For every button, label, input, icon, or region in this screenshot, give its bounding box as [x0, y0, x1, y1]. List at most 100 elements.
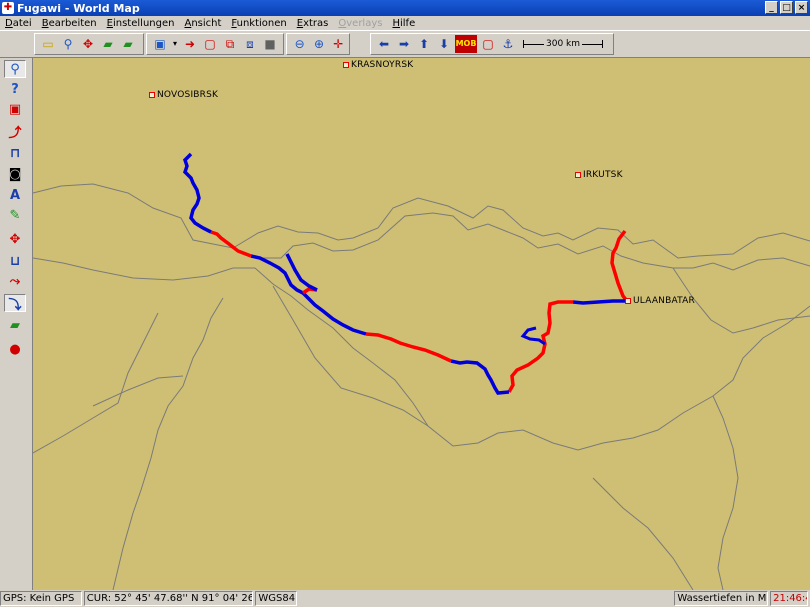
- help-question-icon[interactable]: ?: [4, 80, 26, 98]
- map-canvas[interactable]: KRASNOYRSK NOVOSIBRSK IRKUTSK ULAANBATAR: [33, 58, 810, 590]
- title-bar: ✚ Fugawi - World Map _ □ ×: [0, 0, 810, 16]
- open-folder-icon[interactable]: ▭: [39, 35, 57, 53]
- gps-map-icon[interactable]: ▰: [4, 316, 26, 334]
- cursor-position: CUR: 52° 45' 47.68'' N 91° 04' 26.51'' E: [83, 591, 254, 606]
- scale-bar: 300 km: [523, 39, 604, 49]
- arrow-down-icon[interactable]: ⬇: [435, 35, 453, 53]
- city-marker-icon: [575, 172, 581, 178]
- menu-bar: Datei Bearbeiten Einstellungen Ansicht F…: [0, 16, 810, 30]
- track-segment-blue-west: [250, 254, 367, 336]
- border-mongolia-south: [254, 267, 810, 451]
- close-button[interactable]: ×: [795, 1, 808, 14]
- city-label: ULAANBATAR: [633, 296, 695, 306]
- fugawi-app-icon[interactable]: ✚: [2, 2, 14, 14]
- zoom-tool-icon[interactable]: ⚲: [4, 60, 26, 78]
- border-north-russia: [33, 183, 810, 259]
- menu-hilfe[interactable]: Hilfe: [387, 18, 420, 29]
- city-marker-icon: [343, 62, 349, 68]
- route-tool-icon[interactable]: ⤴: [4, 122, 26, 141]
- camera-icon[interactable]: ◙: [4, 165, 26, 183]
- toolbar-group-window: ▣ ▾ ➜ ▢ ⧉ ⧈ ■: [146, 33, 284, 55]
- scale-label: 300 km: [546, 39, 581, 49]
- maximize-button[interactable]: □: [780, 1, 793, 14]
- join-track-icon[interactable]: ⤵: [4, 294, 26, 313]
- track-segment-red-middle: [365, 332, 452, 363]
- city-label: IRKUTSK: [583, 170, 623, 180]
- menu-extras[interactable]: Extras: [292, 18, 334, 29]
- anchor-icon[interactable]: ⚓: [499, 35, 517, 53]
- arrow-right-icon[interactable]: ➡: [395, 35, 413, 53]
- dropdown-arrow-icon[interactable]: ▾: [171, 35, 179, 53]
- clock: 21:46:41: [770, 591, 808, 606]
- border-kazakh-west: [33, 257, 255, 281]
- border-mongolia-north: [258, 212, 810, 271]
- city-marker-icon: [625, 298, 631, 304]
- window-gray-icon[interactable]: ■: [261, 35, 279, 53]
- city-irkutsk[interactable]: IRKUTSK: [575, 170, 623, 180]
- city-ulaanbaatar[interactable]: ULAANBATAR: [625, 296, 695, 306]
- menu-einstellungen[interactable]: Einstellungen: [102, 18, 180, 29]
- menu-overlays: Overlays: [338, 17, 383, 29]
- track-segment-red-north: [610, 229, 629, 303]
- track-tool-icon[interactable]: ⊓: [4, 144, 26, 162]
- main-toolbar: ▭ ⚲ ✥ ▰ ▰ ▣ ▾ ➜ ▢ ⧉ ⧈ ■ ⊖ ⊕ ✛ ⬅ ➡ ⬆ ⬇ MO…: [0, 30, 810, 58]
- zoom-window-icon[interactable]: ⚲: [59, 35, 77, 53]
- send-to-gps-icon[interactable]: ➜: [181, 35, 199, 53]
- window-blue-icon[interactable]: ⧈: [241, 35, 259, 53]
- stop-square-icon[interactable]: ▢: [479, 35, 497, 53]
- border-east-ridge: [592, 477, 694, 590]
- map-svg: [33, 152, 810, 590]
- track-segment-red-center: [507, 300, 573, 393]
- pen-tool-icon[interactable]: ✎: [4, 206, 26, 224]
- border-south: [112, 512, 134, 590]
- frame-icon[interactable]: ▢: [201, 35, 219, 53]
- arrow-left-icon[interactable]: ⬅: [375, 35, 393, 53]
- move-waypoint-icon[interactable]: ✥: [4, 230, 26, 248]
- zoom-out-icon[interactable]: ⊖: [291, 35, 308, 53]
- pan-arrows-icon[interactable]: ✥: [79, 35, 97, 53]
- status-bar: GPS: Kein GPS CUR: 52° 45' 47.68'' N 91°…: [0, 590, 810, 607]
- city-label: KRASNOYRSK: [351, 60, 414, 70]
- border-china-interior: [272, 285, 429, 427]
- map-layer-up-icon[interactable]: ▰: [99, 35, 117, 53]
- city-krasnoyarsk[interactable]: KRASNOYRSK: [343, 60, 413, 70]
- screen-select-icon[interactable]: ▣: [151, 35, 169, 53]
- frame-arrow-icon[interactable]: ⧉: [221, 35, 239, 53]
- menu-funktionen[interactable]: Funktionen: [226, 18, 291, 29]
- border-southwest-2: [92, 375, 184, 407]
- minimize-button[interactable]: _: [765, 1, 778, 14]
- mob-button[interactable]: MOB: [455, 35, 477, 53]
- track-segment-red-upper: [210, 230, 252, 258]
- city-novosibirsk[interactable]: NOVOSIBRSK: [149, 90, 218, 100]
- gps-status: GPS: Kein GPS: [0, 591, 82, 606]
- country-borders: [33, 183, 810, 590]
- city-marker-icon: [149, 92, 155, 98]
- track-segment-blue-nw: [182, 152, 212, 234]
- toolbar-group-view: ▭ ⚲ ✥ ▰ ▰: [34, 33, 144, 55]
- window-title: Fugawi - World Map: [17, 1, 140, 15]
- border-southeast-coast: [712, 395, 739, 590]
- zoom-in-icon[interactable]: ⊕: [310, 35, 327, 53]
- track-segment-blue-east: [572, 299, 627, 305]
- menu-bearbeiten[interactable]: Bearbeiten: [37, 18, 102, 29]
- zoom-fit-icon[interactable]: ✛: [330, 35, 347, 53]
- waypoint-tool-icon[interactable]: ▣: [4, 100, 26, 118]
- city-label: NOVOSIBRSK: [157, 90, 219, 100]
- gps-position-icon[interactable]: ●: [4, 340, 26, 358]
- border-china-west: [132, 297, 224, 514]
- menu-ansicht[interactable]: Ansicht: [179, 18, 226, 29]
- datum-label: WGS84: [255, 591, 298, 606]
- track-segment-blue-loop: [450, 359, 510, 395]
- toolbar-group-navigation: ⬅ ➡ ⬆ ⬇ MOB ▢ ⚓ 300 km: [370, 33, 614, 55]
- depth-units: Wassertiefen in Meters: [674, 591, 769, 606]
- text-tool-icon[interactable]: A: [4, 186, 26, 204]
- edit-route-icon[interactable]: ⤳: [4, 272, 26, 290]
- edit-track-icon[interactable]: ⊔: [4, 252, 26, 270]
- toolbar-group-zoom: ⊖ ⊕ ✛: [286, 33, 350, 55]
- map-layer-down-icon[interactable]: ▰: [119, 35, 137, 53]
- menu-datei[interactable]: Datei: [0, 18, 37, 29]
- status-spacer: [299, 591, 672, 606]
- arrow-up-icon[interactable]: ⬆: [415, 35, 433, 53]
- tool-sidebar: ⚲ ? ▣ ⤴ ⊓ ◙ A ✎ ✥ ⊔ ⤳ ⤵ ▰ ●: [0, 58, 33, 590]
- border-southwest: [33, 312, 159, 454]
